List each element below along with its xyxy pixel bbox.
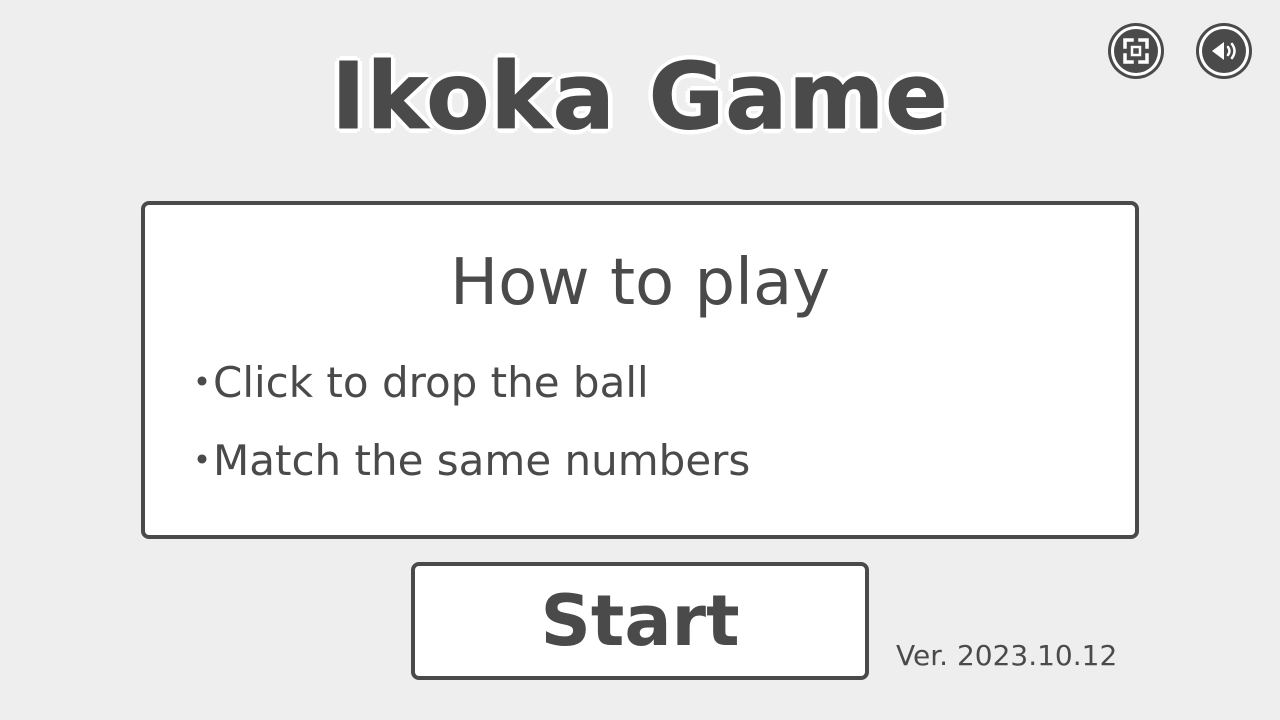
fullscreen-button-ring bbox=[1111, 26, 1161, 76]
bullet: ・ bbox=[181, 358, 224, 407]
sound-button[interactable] bbox=[1196, 23, 1252, 79]
how-to-play-panel: How to play ・Click to drop the ball ・Mat… bbox=[141, 201, 1139, 539]
fullscreen-button-face bbox=[1114, 29, 1158, 73]
sound-button-face bbox=[1202, 29, 1246, 73]
sound-button-ring bbox=[1199, 26, 1249, 76]
version-label: Ver. 2023.10.12 bbox=[896, 639, 1118, 672]
start-button[interactable]: Start bbox=[411, 562, 869, 680]
instruction-text: Match the same numbers bbox=[213, 436, 751, 485]
fullscreen-button[interactable] bbox=[1108, 23, 1164, 79]
title-screen: Ikoka Game How to play ・Click to drop th… bbox=[0, 0, 1280, 720]
how-to-play-title: How to play bbox=[449, 246, 831, 320]
game-title: Ikoka Game bbox=[331, 43, 949, 151]
instruction-item: ・Click to drop the ball bbox=[181, 355, 649, 411]
fullscreen-icon bbox=[1123, 38, 1149, 64]
start-button-label: Start bbox=[540, 580, 740, 662]
instruction-text: Click to drop the ball bbox=[213, 358, 649, 407]
instruction-item: ・Match the same numbers bbox=[181, 433, 750, 489]
bullet: ・ bbox=[181, 436, 224, 485]
sound-icon bbox=[1212, 42, 1236, 60]
